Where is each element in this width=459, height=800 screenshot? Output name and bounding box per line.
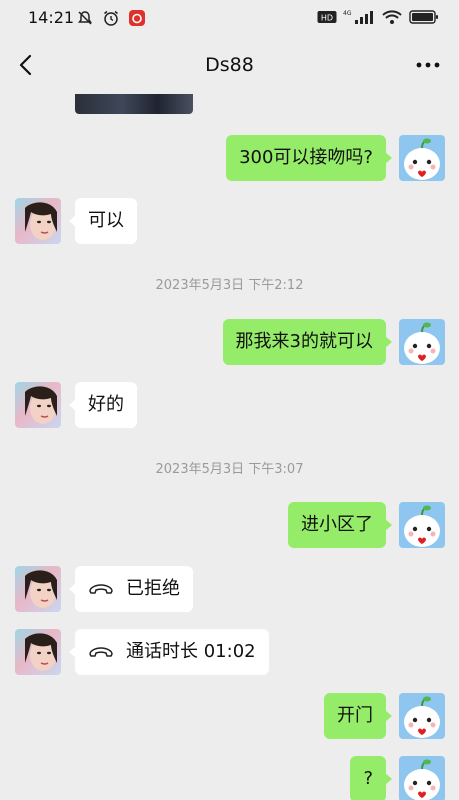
mascot-avatar-icon — [404, 696, 440, 738]
message-list[interactable]: 300可以接吻吗? 可以 2023年5月3日 下午2:12 那我来3的就可以 好… — [0, 94, 459, 800]
message-bubble-incoming[interactable]: 可以 — [69, 198, 137, 244]
my-avatar[interactable] — [399, 319, 445, 365]
contact-avatar[interactable] — [15, 566, 61, 612]
alarm-icon — [104, 10, 118, 26]
my-avatar[interactable] — [399, 756, 445, 800]
hd-icon: HD — [317, 11, 337, 23]
message-timestamp: 2023年5月3日 下午3:07 — [155, 462, 304, 477]
mascot-avatar-icon — [404, 505, 440, 547]
signal-icon: 4G — [343, 10, 373, 24]
contact-photo — [25, 570, 57, 608]
battery-icon — [409, 10, 438, 24]
call-record-bubble[interactable]: 通话时长 01:02 — [69, 629, 269, 675]
status-system-icons: HD 4G — [317, 9, 439, 25]
chat-title: Ds88 — [205, 54, 254, 76]
chat-header: Ds88 — [0, 36, 459, 94]
contact-photo — [25, 386, 57, 424]
svg-text:HD: HD — [321, 14, 333, 23]
contact-photo — [25, 633, 57, 671]
my-avatar[interactable] — [399, 693, 445, 739]
status-notification-icons — [76, 9, 146, 27]
mute-icon — [78, 11, 92, 25]
svg-text:4G: 4G — [343, 10, 352, 17]
message-bubble-outgoing[interactable]: 那我来3的就可以 — [222, 319, 393, 365]
contact-photo — [25, 202, 57, 240]
music-app-icon — [129, 10, 145, 26]
message-bubble-outgoing[interactable]: 开门 — [324, 693, 392, 739]
my-avatar[interactable] — [399, 135, 445, 181]
message-bubble-incoming[interactable]: 好的 — [69, 382, 137, 428]
phone-icon — [89, 647, 113, 657]
contact-avatar[interactable] — [15, 629, 61, 675]
mascot-avatar-icon — [404, 138, 440, 180]
message-timestamp: 2023年5月3日 下午2:12 — [155, 278, 304, 293]
call-record-bubble[interactable]: 已拒绝 — [69, 566, 193, 612]
my-avatar[interactable] — [399, 502, 445, 548]
image-message-partial[interactable] — [75, 94, 193, 114]
mascot-avatar-icon — [404, 759, 440, 800]
status-time: 14:21 — [28, 8, 75, 27]
wifi-icon — [382, 10, 402, 24]
more-options-icon[interactable] — [415, 54, 441, 76]
status-bar: 14:21 HD 4G — [0, 0, 459, 36]
message-bubble-outgoing[interactable]: 300可以接吻吗? — [226, 135, 392, 181]
call-duration-text: 通话时长 01:02 — [126, 641, 256, 662]
contact-avatar[interactable] — [15, 382, 61, 428]
mascot-avatar-icon — [404, 322, 440, 364]
message-bubble-outgoing[interactable]: 进小区了 — [288, 502, 392, 548]
phone-icon — [89, 584, 113, 594]
message-bubble-outgoing[interactable]: ? — [350, 756, 392, 800]
call-status-text: 已拒绝 — [126, 578, 180, 599]
contact-avatar[interactable] — [15, 198, 61, 244]
